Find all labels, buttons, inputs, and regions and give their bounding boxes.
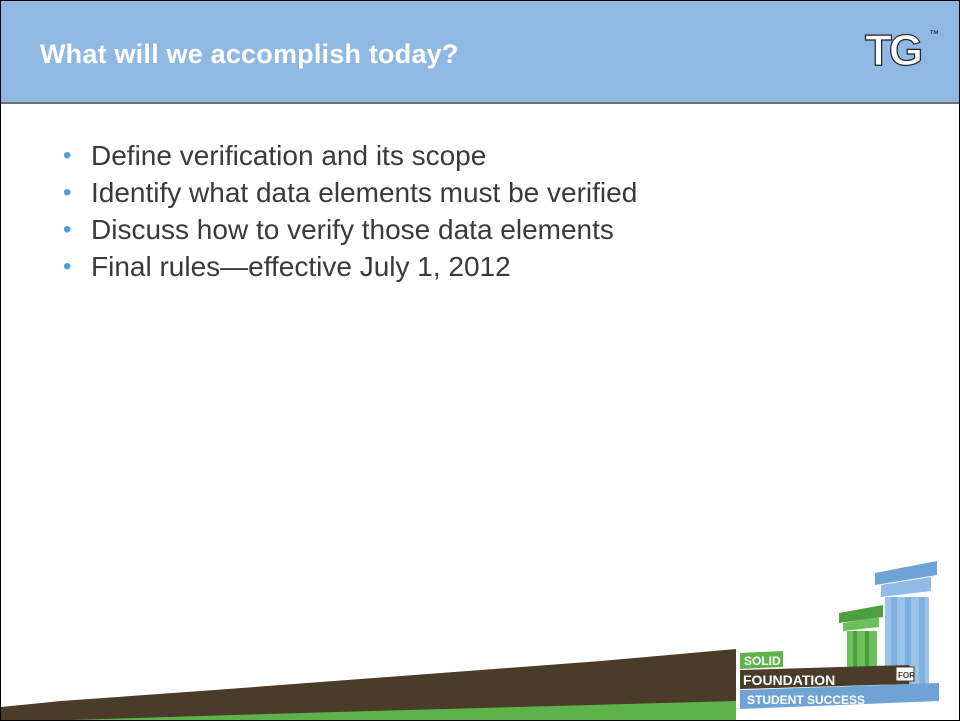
bullet-text: Define verification and its scope bbox=[91, 139, 487, 171]
tg-trademark: ™ bbox=[929, 29, 939, 40]
badge-student-success: STUDENT SUCCESS bbox=[747, 693, 865, 707]
blue-column-icon bbox=[875, 561, 937, 693]
badge-for: FOR bbox=[898, 671, 915, 680]
tg-logo: TG ™ bbox=[864, 25, 939, 71]
bullet-text: Discuss how to verify those data element… bbox=[91, 213, 614, 245]
bullet-list: • Define verification and its scope • Id… bbox=[63, 137, 637, 285]
footer-band bbox=[1, 649, 736, 720]
list-item: • Final rules—effective July 1, 2012 bbox=[63, 248, 637, 285]
list-item: • Discuss how to verify those data eleme… bbox=[63, 211, 637, 248]
list-item: • Define verification and its scope bbox=[63, 137, 637, 174]
badge-solid: SOLID bbox=[744, 654, 781, 668]
solid-foundation-badge: SOLID FOUNDATION FOR STUDENT SUCCESS bbox=[740, 651, 939, 709]
slide-header: What will we accomplish today? TG ™ bbox=[1, 1, 959, 104]
tg-logo-text: TG bbox=[865, 26, 921, 71]
bullet-icon: • bbox=[63, 252, 72, 280]
bullet-icon: • bbox=[63, 215, 72, 243]
list-item: • Identify what data elements must be ve… bbox=[63, 174, 637, 211]
green-column-icon bbox=[839, 605, 883, 671]
bullet-text: Identify what data elements must be veri… bbox=[91, 176, 638, 208]
badge-foundation: FOUNDATION bbox=[743, 672, 835, 688]
footer-artwork: SOLID FOUNDATION FOR STUDENT SUCCESS bbox=[1, 561, 939, 720]
slide-title: What will we accomplish today? bbox=[40, 39, 459, 69]
footer-green-stripe bbox=[71, 701, 736, 720]
slide: What will we accomplish today? TG ™ • De… bbox=[0, 0, 960, 721]
bullet-icon: • bbox=[63, 141, 72, 169]
bullet-text: Final rules—effective July 1, 2012 bbox=[91, 250, 511, 282]
bullet-icon: • bbox=[63, 178, 72, 206]
